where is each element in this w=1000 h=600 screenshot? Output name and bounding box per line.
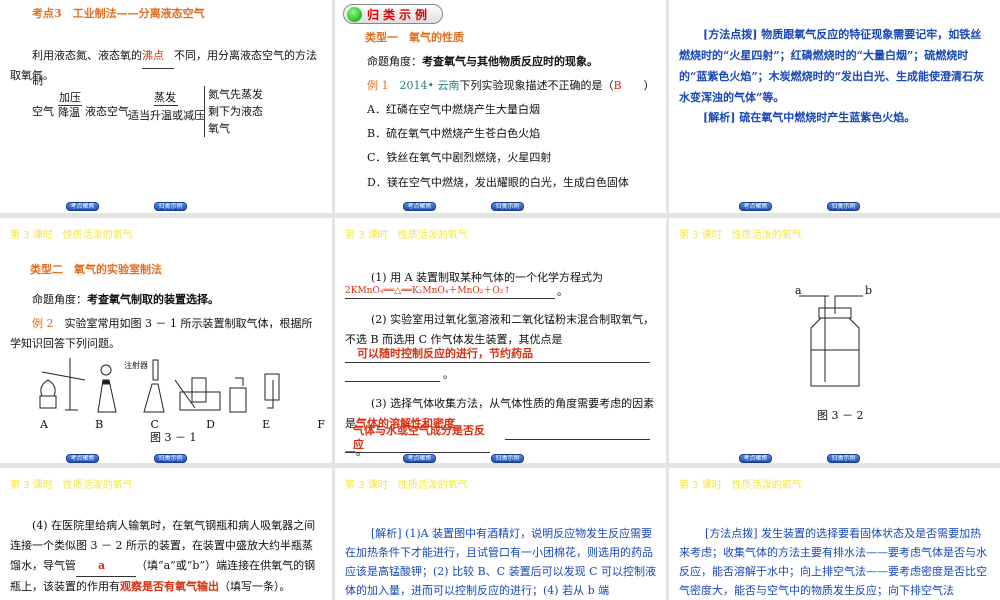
flow-air: 空气: [32, 105, 54, 118]
lesson-title: 第 3 课时 性质活泼的氧气: [679, 480, 802, 491]
example-question: 例 2 实验室常用如图 3 － 1 所示装置制取气体，根据所学知识回答下列问题。: [10, 317, 313, 350]
next-nav-button[interactable]: 归类示例: [154, 202, 187, 211]
lesson-title: 第 3 课时 性质活泼的氧气: [10, 480, 133, 491]
flow-liquid-air: 液态空气: [85, 105, 129, 118]
answer-4a: a: [76, 556, 136, 577]
slide-4: 第 3 课时 性质活泼的氧气 类型二 氧气的实验室制法 命题角度：考查氧气制取的…: [0, 218, 332, 463]
slide-6: 第 3 课时 性质活泼的氧气 a b 图 3 － 2 考点聚焦 归类示例: [669, 218, 1000, 463]
next-nav-button[interactable]: 归类示例: [827, 202, 860, 211]
slide-1: 考点3 工业制法——分离液态空气 利用液态氮、液态氧的沸点 不同，用分离液态空气的…: [0, 0, 332, 213]
blank-line: [505, 424, 650, 440]
text-line: 利用液态氮、液态氧的沸点 不同，用分离液态空气的方法制: [32, 44, 327, 93]
slide-title: 考点3 工业制法——分离液态空气: [32, 7, 205, 20]
syringe-label: 注射器: [124, 360, 148, 370]
option-c: C．铁丝在氧气中剧烈燃烧，火星四射: [367, 151, 552, 164]
label-a: a: [795, 284, 802, 297]
analysis: [解析] (1)A 装置图中有酒精灯，说明反应物发生反应需要在加热条件下才能进行…: [345, 527, 656, 597]
apparatus-figure: 注射器: [39, 358, 280, 413]
type-heading: 类型一 氧气的性质: [365, 31, 464, 44]
prev-nav-button[interactable]: 考点聚焦: [403, 202, 436, 211]
lesson-title: 第 3 课时 性质活泼的氧气: [679, 230, 802, 241]
next-nav-button[interactable]: 归类示例: [154, 454, 187, 463]
flow-step2-bottom: 适当升温或减压: [128, 109, 205, 122]
option-b: B．硫在氧气中燃烧产生苍白色火焰: [367, 127, 541, 140]
label-b: b: [865, 284, 873, 297]
prev-nav-button[interactable]: 考点聚焦: [739, 454, 772, 463]
answer-2: 可以随时控制反应的进行，节约药品: [345, 346, 650, 363]
answer-1: 2KMnO₄══△══K₂MnO₄＋MnO₂＋O₂↑: [345, 284, 555, 299]
slide-3: [方法点拨] 物质跟氧气反应的特征现象需要记牢，如铁丝燃烧时的“火星四射”；红磷…: [669, 0, 1000, 213]
method-tip: [方法点拨] 发生装置的选择要看固体状态及是否需要加热来考虑；收集气体的方法主要…: [679, 527, 987, 597]
wash-bottle-figure: [799, 295, 863, 387]
lesson-title: 第 3 课时 性质活泼的氧气: [10, 230, 133, 241]
blank-line: [345, 366, 440, 382]
prev-nav-button[interactable]: 考点聚焦: [739, 202, 772, 211]
text-line: 取氧气。: [10, 69, 54, 82]
answer: B: [613, 79, 622, 92]
option-a: A．红磷在空气中燃烧产生大量白烟: [367, 103, 540, 116]
method-tip: [方法点拨] 物质跟氧气反应的特征现象需要记牢，如铁丝燃烧时的“火星四射”；红磷…: [679, 28, 984, 104]
lesson-title: 第 3 课时 性质活泼的氧气: [345, 480, 468, 491]
figure-caption: 图 3 － 1: [150, 431, 197, 444]
angle-text: 考查氧气与其他物质反应时的现象。: [422, 55, 598, 68]
slide-8: 第 3 课时 性质活泼的氧气 [解析] (1)A 装置图中有酒精灯，说明反应物发…: [335, 468, 666, 600]
answer-boiling-point: 沸点: [142, 44, 174, 69]
flow-step1-top: 加压: [58, 91, 82, 106]
question-4: (4) 在医院里给病人输氧时，在氧气钢瓶和病人吸氧器之间连接一个类似图 3 － …: [10, 519, 316, 593]
analysis: [解析] 硫在氧气中燃烧时产生蓝紫色火焰。: [703, 111, 916, 124]
question-2: (2) 实验室用过氧化氢溶液和二氧化锰粉末混合制取氧气，不选 B 而选用 C 作…: [345, 313, 655, 346]
green-dot-icon: [347, 6, 362, 22]
prev-nav-button[interactable]: 考点聚焦: [66, 202, 99, 211]
period: 。: [557, 285, 568, 298]
answer-4b: 观察是否有氧气输出: [120, 580, 219, 593]
option-d: D．镁在空气中燃烧，发出耀眼的白光，生成白色固体: [367, 176, 629, 189]
figure-caption: 图 3 － 2: [817, 409, 864, 422]
period: 。: [443, 368, 454, 381]
next-nav-button[interactable]: 归类示例: [491, 454, 524, 463]
example-question: 例 1 2014• 云南下列实验现象描述不正确的是（B ）: [367, 79, 655, 92]
slide-7: 第 3 课时 性质活泼的氧气 (4) 在医院里给病人输氧时，在氧气钢瓶和病人吸氧…: [0, 468, 332, 600]
type-heading: 类型二 氧气的实验室制法: [30, 263, 162, 276]
lesson-title: 第 3 课时 性质活泼的氧气: [345, 230, 468, 241]
next-nav-button[interactable]: 归类示例: [827, 454, 860, 463]
period: —。: [345, 445, 367, 458]
next-nav-button[interactable]: 归类示例: [491, 202, 524, 211]
prev-nav-button[interactable]: 考点聚焦: [66, 454, 99, 463]
slide-2: 归类示例 类型一 氧气的性质 命题角度：考查氧气与其他物质反应时的现象。 例 1…: [335, 0, 666, 213]
flow-step1-bottom: 降温: [58, 106, 80, 119]
slide-9: 第 3 课时 性质活泼的氧气 [方法点拨] 发生装置的选择要看固体状态及是否需要…: [669, 468, 1000, 600]
slide-5: 第 3 课时 性质活泼的氧气 (1) 用 A 装置制取某种气体的一个化学方程式为…: [335, 218, 666, 463]
prev-nav-button[interactable]: 考点聚焦: [403, 454, 436, 463]
section-header: 归类示例: [343, 4, 443, 24]
angle-text: 考查氧气制取的装置选择。: [87, 293, 219, 306]
result-brace: 氮气先蒸发 剩下为液态 氧气: [204, 86, 263, 137]
